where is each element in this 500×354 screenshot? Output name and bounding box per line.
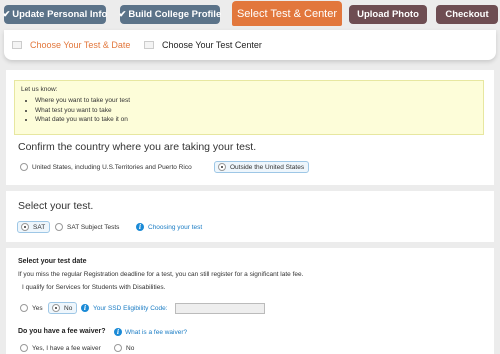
radio-sat-subject[interactable]: SAT Subject Tests [55, 223, 119, 231]
date-heading: Select your test date [18, 258, 87, 265]
step-upload-photo[interactable]: Upload Photo [349, 5, 427, 24]
waiver-heading: Do you have a fee waiver? [18, 328, 106, 335]
radio-label: Yes [32, 304, 43, 312]
notice-item: Where you want to take your test [35, 97, 477, 104]
info-icon[interactable]: i [81, 304, 89, 312]
notice-intro: Let us know: [21, 86, 58, 93]
substep-checkbox [12, 41, 22, 49]
radio-button[interactable] [20, 163, 28, 171]
info-icon[interactable]: i [136, 223, 144, 231]
fee-waiver-link[interactable]: What is a fee waiver? [125, 329, 187, 336]
radio-button[interactable] [20, 304, 28, 312]
radio-button[interactable] [218, 163, 226, 171]
step-label: Upload Photo [357, 9, 419, 20]
radio-label: SAT [33, 223, 46, 231]
radio-button[interactable] [114, 344, 122, 352]
radio-waiver-no[interactable]: No [114, 344, 134, 352]
notice-list: Where you want to take your test What te… [35, 97, 477, 123]
radio-label: No [64, 304, 73, 312]
radio-button[interactable] [52, 304, 60, 312]
radio-label: United States, including U.S.Territories… [32, 163, 192, 171]
radio-button[interactable] [21, 223, 29, 231]
test-heading: Select your test. [18, 200, 94, 212]
radio-waiver-yes[interactable]: Yes, I have a fee waiver [20, 344, 101, 352]
radio-sat[interactable]: SAT [17, 221, 51, 233]
substep-label: Choose Your Test & Date [30, 40, 131, 50]
step-label: Select Test & Center [236, 7, 338, 20]
substep-checkbox [144, 41, 154, 49]
substep-label: Choose Your Test Center [162, 40, 262, 50]
radio-label: No [126, 344, 135, 352]
test-panel [6, 191, 494, 242]
radio-outside-us[interactable]: Outside the United States [214, 161, 310, 173]
step-label: Update Personal Info [12, 9, 108, 20]
radio-label: Yes, I have a fee waiver [32, 344, 101, 352]
checkmark-icon: ✔ [2, 9, 11, 19]
notice-item: What date you want to take it on [35, 116, 477, 123]
notice-item: What test you want to take [35, 107, 477, 114]
radio-button[interactable] [55, 223, 63, 231]
progress-nav: ✔ Update Personal Info ✔ Build College P… [0, 0, 500, 30]
step-update-personal-info[interactable]: ✔ Update Personal Info [2, 5, 108, 24]
late-fee-note: If you miss the regular Registration dea… [18, 271, 304, 278]
radio-ssd-no[interactable]: No [48, 302, 78, 314]
radio-ssd-yes[interactable]: Yes [20, 304, 43, 312]
substep-test-date[interactable]: Choose Your Test & Date [12, 40, 130, 50]
substep-bar: Choose Your Test & Date Choose Your Test… [4, 30, 496, 60]
info-icon[interactable]: i [114, 328, 122, 336]
ssd-code-label: Your SSD Eligibility Code: [93, 305, 168, 312]
substep-test-center[interactable]: Choose Your Test Center [144, 40, 262, 50]
step-build-college-profile[interactable]: ✔ Build College Profile [118, 5, 222, 24]
notice-box: Let us know: Where you want to take your… [14, 80, 484, 135]
radio-label: SAT Subject Tests [67, 223, 120, 231]
radio-united-states[interactable]: United States, including U.S.Territories… [20, 163, 192, 171]
step-label: Checkout [445, 9, 489, 20]
step-select-test-center[interactable]: Select Test & Center [232, 1, 342, 26]
choosing-test-link[interactable]: Choosing your test [148, 224, 202, 231]
step-label: Build College Profile [128, 9, 222, 20]
ssd-question: I qualify for Services for Students with… [22, 284, 166, 291]
country-heading: Confirm the country where you are taking… [18, 141, 257, 153]
radio-button[interactable] [20, 344, 28, 352]
step-checkout[interactable]: Checkout [436, 5, 498, 24]
ssd-code-input[interactable] [175, 303, 265, 314]
radio-label: Outside the United States [230, 163, 305, 171]
checkmark-icon: ✔ [118, 9, 127, 19]
